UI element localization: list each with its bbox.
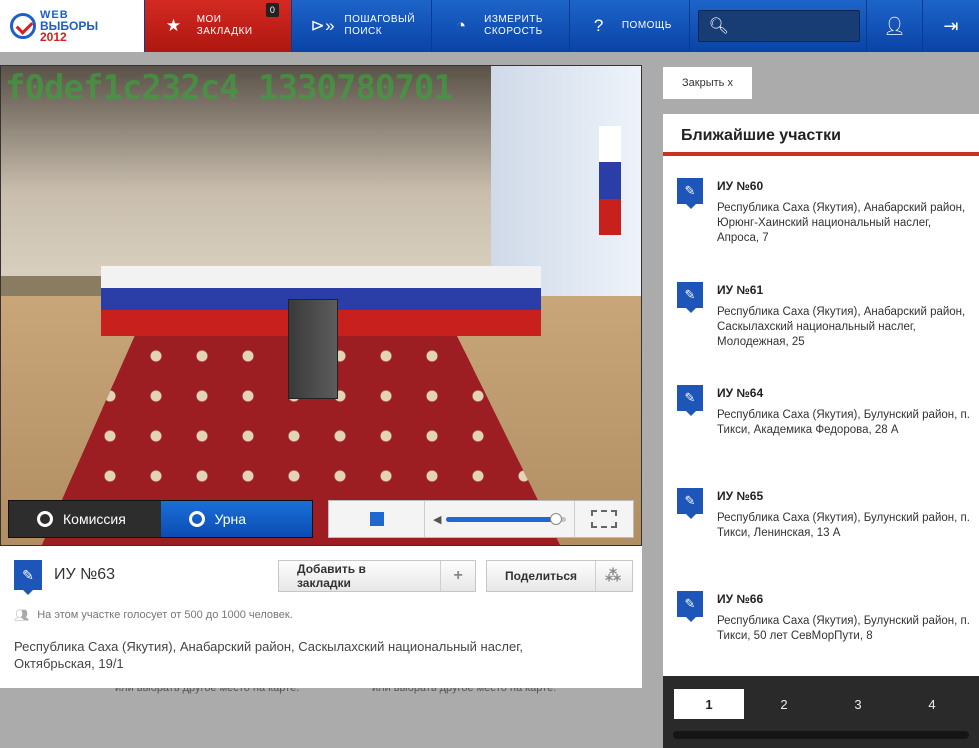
steps-arrow-icon: ⊳» [310,16,336,35]
user-profile-button[interactable]: 👤︎ [867,0,924,52]
nav-measure-speed[interactable]: ◔ ИЗМЕРИТЬ СКОРОСТЬ [432,0,570,52]
logout-icon: ⇥ [943,15,959,36]
ballot-icon: ✎ [677,591,703,622]
voters-note: 👥︎ На этом участке голосует от 500 до 10… [14,608,293,622]
site-logo[interactable]: WEB ВЫБОРЫ 2012 [0,0,145,52]
fullscreen-button[interactable] [575,501,633,537]
list-item[interactable]: ✎ ИУ №60 Республика Саха (Якутия), Анаба… [677,178,972,246]
bookmarks-count-badge: 0 [265,3,280,17]
camera-video-feed[interactable]: f0def1c232c4 1330780701 [0,65,642,546]
nearby-stations-panel: Ближайшие участки ✎ ИУ №60 Республика Са… [663,114,979,676]
search-box[interactable]: 🔍︎ [697,10,860,42]
search-icon: 🔍︎ [708,18,729,35]
nav-my-bookmarks[interactable]: ★ МОИ ЗАКЛАДКИ 0 [144,0,293,52]
page-button-4[interactable]: 4 [897,689,967,719]
tab-urn-camera[interactable]: Урна [160,501,312,537]
close-nearby-button[interactable]: Закрыть x [663,67,752,99]
stop-button[interactable] [329,501,425,537]
volume-control: ◀ [425,501,575,537]
speedometer-icon: ◔ [455,16,467,35]
pager-scrollbar[interactable] [673,731,969,739]
search-input[interactable] [736,18,857,34]
volume-slider[interactable] [446,512,566,525]
page-button-2[interactable]: 2 [749,689,819,719]
help-icon: ? [593,16,604,35]
tab-commission-camera[interactable]: Комиссия [9,501,161,537]
people-icon: 👥︎ [14,608,30,622]
add-bookmark-button[interactable]: Добавить в закладки + [278,560,476,592]
nav-step-search[interactable]: ⊳» ПОШАГОВЫЙ ПОИСК [292,0,433,52]
search-container: 🔍︎ [690,0,868,52]
volume-knob[interactable] [550,512,563,525]
user-icon: 👤︎ [883,15,907,36]
ballot-icon: ✎ [677,488,703,519]
player-controls: ◀ [328,500,634,538]
share-button[interactable]: Поделиться ⁂ [486,560,633,592]
top-navigation: WEB ВЫБОРЫ 2012 ★ МОИ ЗАКЛАДКИ 0 ⊳» ПОШАГ… [0,0,979,52]
video-watermark: f0def1c232c4 1330780701 [5,68,454,108]
station-address: Республика Саха (Якутия), Анабарский рай… [14,639,524,671]
list-item[interactable]: ✎ ИУ №61 Республика Саха (Якутия), Анаба… [677,282,972,350]
ballot-icon: ✎ [677,385,703,416]
stop-icon [369,512,384,526]
pagination: 1 2 3 4 [663,676,979,748]
ballot-box [288,299,338,399]
list-item[interactable]: ✎ ИУ №64 Республика Саха (Якутия), Булун… [677,385,972,438]
list-item[interactable]: ✎ ИУ №65 Республика Саха (Якутия), Булун… [677,488,972,541]
ballot-icon: ✎ [677,282,703,313]
logo-check-icon [10,13,36,39]
camera-pin-icon [37,511,53,527]
logout-button[interactable]: ⇥ [923,0,979,52]
station-title: ИУ №63 [54,566,116,583]
nav-help[interactable]: ? ПОМОЩЬ [570,0,690,52]
fullscreen-icon [591,510,617,528]
camera-tabs: Комиссия Урна [8,500,313,538]
camera-pin-icon [188,511,205,527]
ballot-icon: ✎ [14,560,42,595]
list-item[interactable]: ✎ ИУ №66 Республика Саха (Якутия), Булун… [677,591,972,644]
star-icon: ★ [165,16,182,35]
volume-fill [446,516,557,522]
nearby-title: Ближайшие участки [663,114,979,156]
share-icon: ⁂ [604,568,622,585]
russian-flag [599,126,621,236]
page-button-3[interactable]: 3 [823,689,893,719]
ballot-icon: ✎ [677,178,703,209]
speaker-icon: ◀ [433,513,442,526]
plus-icon: + [453,567,463,584]
page-button-1[interactable]: 1 [674,689,744,719]
